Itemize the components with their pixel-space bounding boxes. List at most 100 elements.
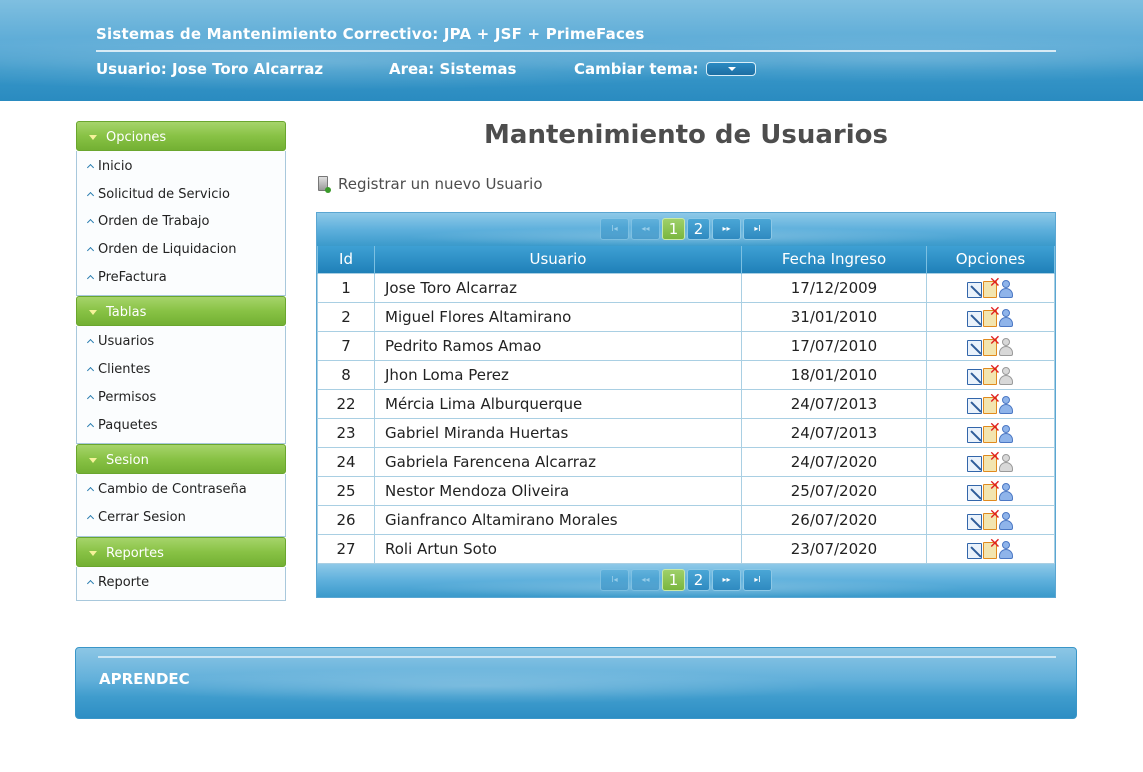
menu-item[interactable]: Paquetes [77, 412, 285, 440]
edit-icon[interactable] [967, 455, 982, 472]
page-title: Mantenimiento de Usuarios [484, 120, 888, 150]
cell-opciones [926, 417, 1055, 448]
triangle-down-icon [89, 310, 97, 316]
delete-icon[interactable] [983, 275, 1001, 298]
menu-panel-header[interactable]: Tablas [76, 296, 286, 327]
delete-icon[interactable] [983, 507, 1001, 530]
cell-fecha: 24/07/2020 [741, 446, 927, 477]
register-user-link[interactable]: Registrar un nuevo Usuario [318, 174, 543, 198]
user-icon-body [999, 346, 1013, 356]
delete-icon[interactable] [983, 449, 1001, 472]
edit-icon[interactable] [967, 310, 982, 327]
table-row[interactable]: 24 Gabriela Farencena Alcarraz 24/07/2020 [317, 446, 1055, 477]
menu-item[interactable]: Solicitud de Servicio [77, 181, 285, 209]
page-number-button[interactable]: 2 [687, 218, 710, 240]
menu-panel-title: Opciones [106, 130, 167, 145]
menu-item[interactable]: Orden de Trabajo [77, 208, 285, 236]
column-header-id[interactable]: Id [317, 246, 375, 273]
theme-dropdown[interactable] [706, 62, 756, 76]
menu-item[interactable]: Inicio [77, 153, 285, 181]
delete-icon[interactable] [983, 536, 1001, 559]
menu-item-label: Usuarios [98, 334, 155, 350]
cell-fecha: 24/07/2013 [741, 417, 927, 448]
user-inactive-icon[interactable] [998, 454, 1014, 473]
delete-icon[interactable] [983, 420, 1001, 443]
prev-page-button[interactable]: ◂◂ [631, 568, 660, 591]
user-icon-head [1002, 338, 1010, 346]
first-page-button[interactable]: I◂ [600, 218, 629, 240]
menu-item[interactable]: Usuarios [77, 328, 285, 356]
cell-usuario: Gabriela Farencena Alcarraz [374, 446, 742, 477]
delete-icon[interactable] [983, 304, 1001, 327]
table-row[interactable]: 2 Miguel Flores Altamirano 31/01/2010 [317, 301, 1055, 332]
menu-item[interactable]: Permisos [77, 384, 285, 412]
edit-icon[interactable] [967, 542, 982, 559]
prev-page-button[interactable]: ◂◂ [631, 218, 660, 240]
delete-icon[interactable] [983, 391, 1001, 414]
page-number-button[interactable]: 2 [687, 568, 710, 591]
menu-panel-header[interactable]: Sesion [76, 444, 286, 475]
delete-icon[interactable] [983, 333, 1001, 356]
menu-panel-header[interactable]: Opciones [76, 121, 286, 151]
cell-id: 22 [317, 388, 375, 419]
edit-icon[interactable] [967, 397, 982, 414]
menu-item[interactable]: Clientes [77, 356, 285, 384]
table-row[interactable]: 22 Mércia Lima Alburquerque 24/07/2013 [317, 388, 1055, 419]
last-page-button[interactable]: ▸I [743, 568, 772, 591]
cell-id: 27 [317, 533, 375, 564]
table-row[interactable]: 8 Jhon Loma Perez 18/01/2010 [317, 359, 1055, 390]
cell-opciones [926, 388, 1055, 419]
table-row[interactable]: 7 Pedrito Ramos Amao 17/07/2010 [317, 330, 1055, 361]
user-icon-head [1002, 367, 1010, 375]
user-active-icon[interactable] [998, 512, 1014, 531]
page-number-button[interactable]: 1 [662, 218, 685, 240]
table-row[interactable]: 1 Jose Toro Alcarraz 17/12/2009 [317, 272, 1055, 303]
column-header-usuario[interactable]: Usuario [374, 246, 742, 273]
app-header: Sistemas de Mantenimiento Correctivo: JP… [0, 0, 1143, 101]
table-row[interactable]: 26 Gianfranco Altamirano Morales 26/07/202… [317, 504, 1055, 535]
cell-id: 7 [317, 330, 375, 361]
last-page-button[interactable]: ▸I [743, 218, 772, 240]
delete-icon[interactable] [983, 478, 1001, 501]
next-page-button[interactable]: ▸▸ [712, 568, 741, 591]
user-active-icon[interactable] [998, 483, 1014, 502]
table-row[interactable]: 23 Gabriel Miranda Huertas 24/07/2013 [317, 417, 1055, 448]
chevron-up-icon [86, 247, 95, 255]
user-inactive-icon[interactable] [998, 338, 1014, 357]
menu-item[interactable]: Cambio de Contraseña [77, 476, 285, 504]
edit-icon[interactable] [967, 484, 982, 501]
cell-id: 23 [317, 417, 375, 448]
table-row[interactable]: 27 Roli Artun Soto 23/07/2020 [317, 533, 1055, 564]
chevron-up-icon [86, 394, 95, 402]
cell-id: 24 [317, 446, 375, 477]
page-number-button[interactable]: 1 [662, 568, 685, 591]
menu-item[interactable]: Orden de Liquidacion [77, 236, 285, 264]
theme-label: Cambiar tema: [574, 60, 699, 78]
edit-icon[interactable] [967, 281, 982, 298]
menu-panel-header[interactable]: Reportes [76, 536, 286, 567]
user-active-icon[interactable] [998, 541, 1014, 560]
user-icon-head [1002, 454, 1010, 462]
menu-item[interactable]: Reporte [77, 569, 285, 597]
table-row[interactable]: 25 Nestor Mendoza Oliveira 25/07/2020 [317, 475, 1055, 506]
user-active-icon[interactable] [998, 309, 1014, 328]
cell-fecha: 17/07/2010 [741, 330, 927, 361]
edit-icon[interactable] [967, 513, 982, 530]
column-header-opciones: Opciones [926, 246, 1055, 273]
user-inactive-icon[interactable] [998, 367, 1014, 386]
column-header-fecha[interactable]: Fecha Ingreso [741, 246, 927, 273]
edit-icon[interactable] [967, 339, 982, 356]
edit-icon[interactable] [967, 426, 982, 443]
edit-icon[interactable] [967, 368, 982, 385]
menu-item[interactable]: PreFactura [77, 264, 285, 292]
next-page-button[interactable]: ▸▸ [712, 218, 741, 240]
cell-opciones [926, 359, 1055, 390]
menu-panel-title: Sesion [106, 453, 149, 469]
user-active-icon[interactable] [998, 280, 1014, 299]
menu-item[interactable]: Cerrar Sesion [77, 504, 285, 532]
delete-icon[interactable] [983, 362, 1001, 385]
first-page-button[interactable]: I◂ [600, 568, 629, 591]
user-active-icon[interactable] [998, 396, 1014, 415]
user-active-icon[interactable] [998, 425, 1014, 444]
cell-usuario: Gabriel Miranda Huertas [374, 417, 742, 448]
